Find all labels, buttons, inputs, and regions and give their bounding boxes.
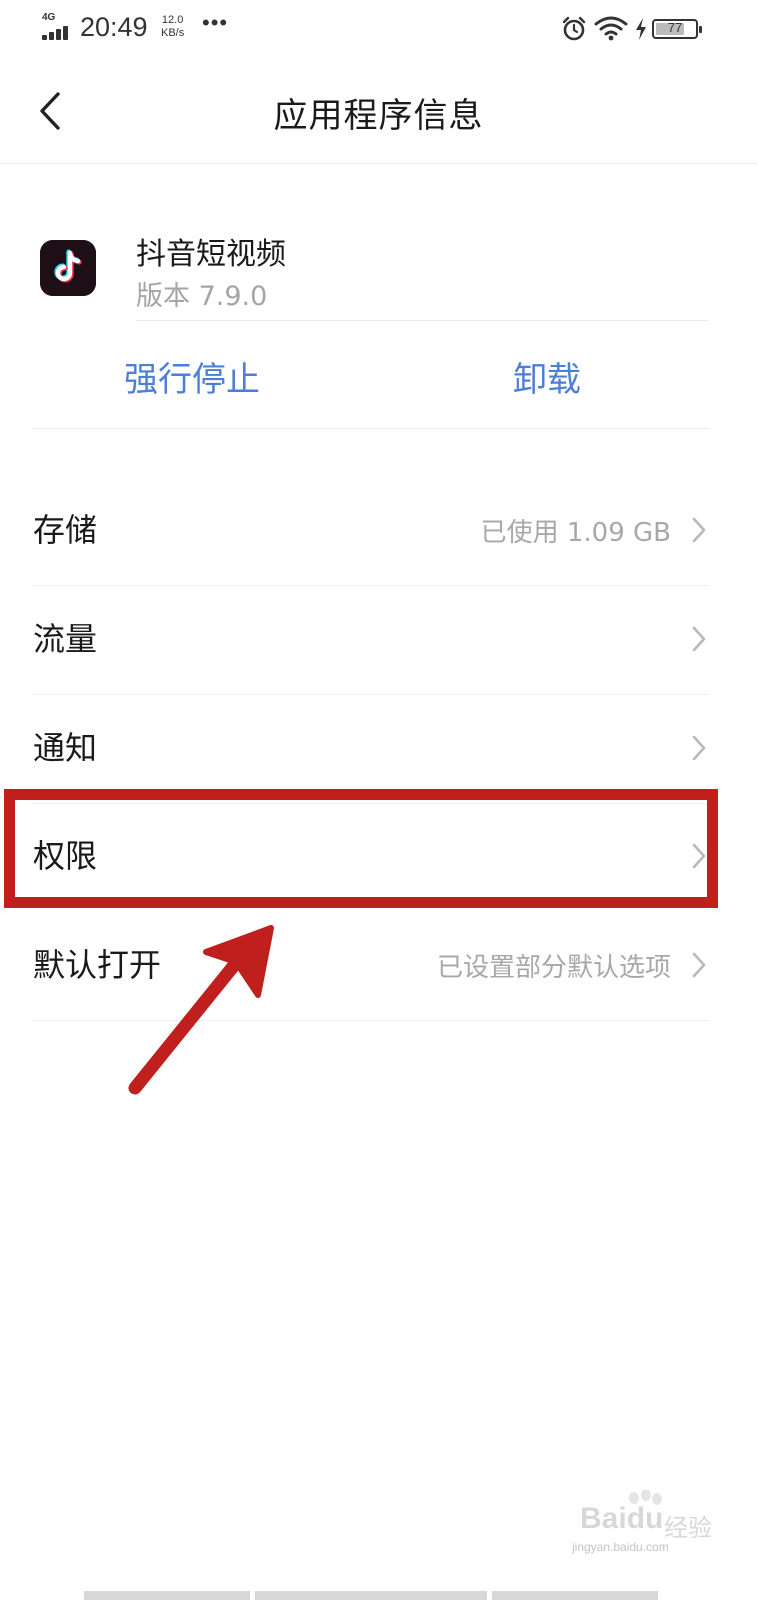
row-label: 通知 bbox=[33, 729, 98, 767]
nav-bar-segment bbox=[84, 1591, 250, 1600]
tiktok-logo-icon bbox=[40, 240, 96, 296]
app-name: 抖音短视频 bbox=[136, 237, 286, 272]
row-notifications[interactable]: 通知 bbox=[0, 696, 757, 804]
row-label: 存储 bbox=[33, 511, 98, 549]
app-version: 版本 7.9.0 bbox=[136, 281, 268, 312]
row-label: 流量 bbox=[33, 620, 98, 658]
status-time: 20:49 bbox=[80, 12, 148, 42]
charging-icon bbox=[636, 18, 646, 40]
battery-icon: 77 bbox=[652, 19, 702, 39]
row-value: 已设置部分默认选项 bbox=[436, 953, 671, 983]
page-title: 应用程序信息 bbox=[273, 96, 484, 136]
more-notifications-icon: ••• bbox=[202, 10, 229, 35]
watermark-cn: 经验 bbox=[664, 1514, 712, 1542]
network-speed-unit: KB/s bbox=[161, 27, 185, 39]
chevron-right-icon bbox=[692, 626, 706, 652]
chevron-right-icon bbox=[692, 517, 706, 543]
row-open-by-default[interactable]: 默认打开 已设置部分默认选项 bbox=[0, 913, 757, 1021]
divider bbox=[136, 320, 709, 321]
network-type: 4G bbox=[42, 12, 56, 23]
divider bbox=[32, 1020, 709, 1021]
divider bbox=[32, 694, 709, 695]
network-speed: 12.0 KB/s bbox=[161, 14, 184, 40]
nav-bar-segment bbox=[492, 1591, 658, 1600]
uninstall-button[interactable]: 卸载 bbox=[513, 352, 581, 401]
row-value: 已使用 1.09 GB bbox=[480, 518, 671, 548]
network-speed-value: 12.0 bbox=[161, 14, 184, 26]
header: 应用程序信息 bbox=[0, 60, 757, 164]
cellular-signal-icon: 4G bbox=[40, 12, 74, 42]
divider bbox=[32, 428, 709, 429]
divider bbox=[32, 585, 709, 586]
chevron-right-icon bbox=[692, 735, 706, 761]
status-bar: 4G 20:49 12.0 KB/s ••• 77 bbox=[0, 0, 757, 60]
highlight-box bbox=[4, 789, 718, 908]
app-icon bbox=[40, 240, 96, 296]
row-storage[interactable]: 存储 已使用 1.09 GB bbox=[0, 478, 757, 586]
force-stop-button[interactable]: 强行停止 bbox=[124, 352, 260, 401]
watermark-url: jingyan.baidu.com bbox=[572, 1540, 669, 1554]
row-label: 默认打开 bbox=[33, 946, 162, 984]
row-data-usage[interactable]: 流量 bbox=[0, 587, 757, 695]
nav-bar-segment bbox=[255, 1591, 487, 1600]
wifi-icon bbox=[594, 16, 628, 41]
alarm-icon bbox=[562, 16, 586, 41]
battery-level: 77 bbox=[667, 20, 683, 35]
watermark-brand: Baidu bbox=[580, 1502, 664, 1535]
chevron-right-icon bbox=[692, 952, 706, 978]
